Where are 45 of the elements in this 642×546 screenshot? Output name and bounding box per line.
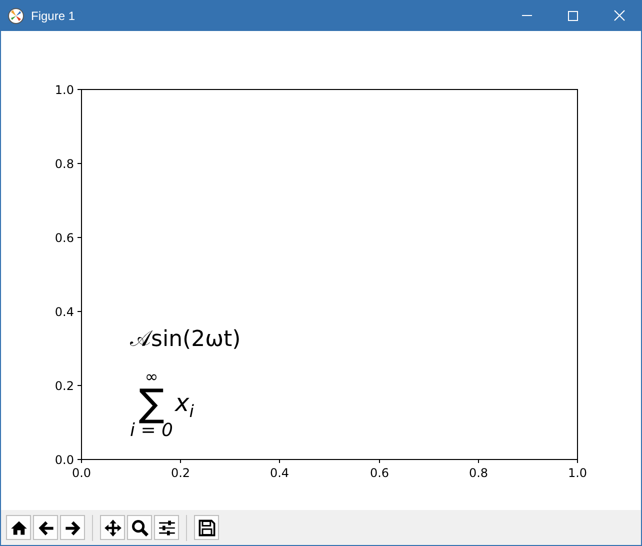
maximize-icon — [568, 10, 578, 20]
tick-label: 0.2 — [54, 379, 74, 393]
sum-symbol: ∑ — [138, 384, 164, 422]
tick-mark — [279, 459, 280, 464]
back-icon — [36, 518, 54, 536]
sum-upper-limit: ∞ — [144, 370, 158, 384]
tick-mark — [379, 459, 380, 464]
tick-label: 1.0 — [568, 466, 588, 480]
close-icon — [614, 10, 624, 21]
tick-label: 0.0 — [54, 453, 74, 467]
tick-label: 0.6 — [370, 466, 390, 480]
tick-mark — [77, 385, 82, 386]
sliders-icon — [158, 518, 176, 536]
tick-mark — [77, 89, 82, 90]
tick-label: 0.6 — [54, 231, 74, 245]
app-icon — [8, 8, 24, 24]
tick-label: 0.2 — [170, 466, 190, 480]
zoom-icon — [130, 518, 148, 536]
zoom-button[interactable] — [127, 515, 152, 540]
forward-button[interactable] — [60, 515, 85, 540]
tick-mark — [180, 459, 181, 464]
tick-label: 0.0 — [72, 466, 92, 480]
forward-icon — [64, 518, 82, 536]
sum-lower-limit: i = 0 — [130, 422, 173, 440]
tick-mark — [77, 237, 82, 238]
tick-mark — [77, 311, 82, 312]
home-icon — [10, 518, 28, 536]
sum-term: x$_{i}$ — [174, 388, 194, 424]
back-button[interactable] — [33, 515, 58, 540]
minimize-icon — [522, 15, 532, 16]
math-annotation: 𝒜sin(2ωt) — [130, 327, 241, 353]
tick-label: 0.8 — [54, 157, 74, 171]
configure-button[interactable] — [154, 515, 179, 540]
pan-icon — [104, 518, 122, 536]
tick-label: 1.0 — [54, 83, 74, 97]
tick-mark — [478, 459, 479, 464]
tick-label: 0.8 — [468, 466, 488, 480]
tick-label: 0.4 — [54, 305, 74, 319]
tick-mark — [577, 459, 578, 464]
tick-label: 0.4 — [270, 466, 290, 480]
save-button[interactable] — [194, 515, 219, 540]
tick-mark — [77, 163, 82, 164]
pan-button[interactable] — [100, 515, 125, 540]
home-button[interactable] — [6, 515, 31, 540]
window-title: Figure 1 — [31, 8, 76, 22]
